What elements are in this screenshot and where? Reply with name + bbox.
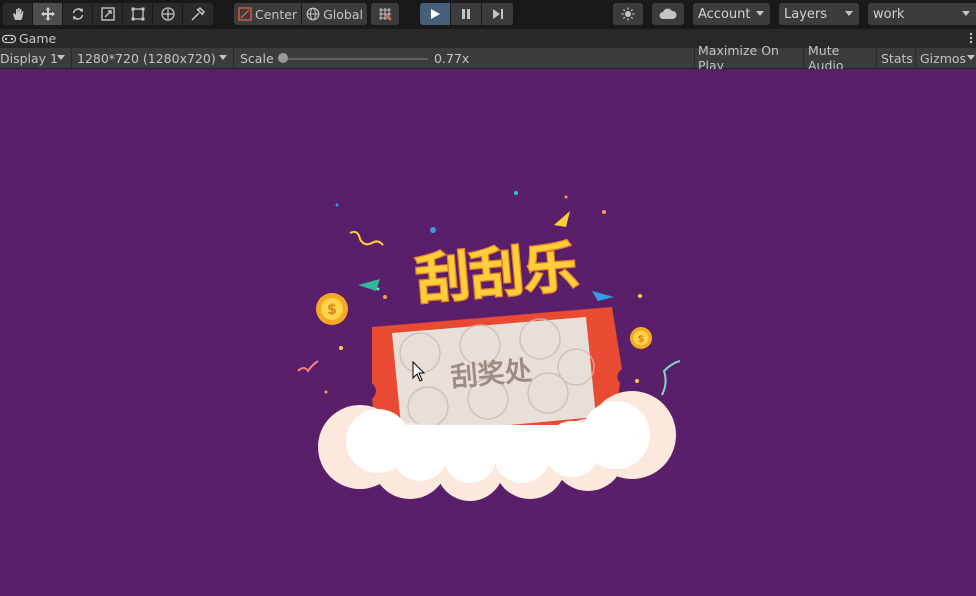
- scale-value: 0.77x: [434, 50, 470, 66]
- transform-tools: [3, 3, 213, 25]
- game-viewport[interactable]: 刮奖处 $ $ 刮刮乐: [0, 69, 976, 596]
- game-title: 刮刮乐: [413, 235, 580, 312]
- pause-icon: [462, 9, 470, 19]
- step-icon: [492, 9, 503, 19]
- display-dropdown[interactable]: Display 1: [0, 48, 72, 68]
- pivot-toggles: Center Global: [234, 3, 367, 25]
- layout-dropdown[interactable]: work: [868, 3, 976, 25]
- move-tool-icon[interactable]: [33, 3, 63, 25]
- more-options-icon[interactable]: [969, 32, 973, 44]
- transform-tool-icon[interactable]: [153, 3, 183, 25]
- chevron-down-icon: [57, 55, 65, 60]
- coin-symbol: $: [327, 302, 337, 318]
- gizmos-dropdown[interactable]: Gizmos: [916, 48, 976, 68]
- lighting-button[interactable]: [613, 3, 643, 25]
- pivot-center-button[interactable]: Center: [234, 3, 303, 25]
- custom-tool-icon[interactable]: [183, 3, 213, 25]
- gamepad-icon: [2, 34, 16, 43]
- mouse-cursor-icon: [412, 361, 426, 382]
- rotate-tool-icon[interactable]: [63, 3, 93, 25]
- coin-symbol: $: [638, 334, 645, 345]
- stats-toggle[interactable]: Stats: [877, 48, 916, 68]
- space-global-button[interactable]: Global: [302, 3, 367, 25]
- layout-label: work: [873, 6, 905, 22]
- tab-label: Game: [19, 31, 57, 46]
- main-toolbar: Center Global Account Layers work: [0, 0, 976, 29]
- scale-slider-track[interactable]: [283, 58, 428, 60]
- play-button[interactable]: [420, 3, 451, 25]
- layers-label: Layers: [784, 6, 828, 22]
- gizmos-label: Gizmos: [920, 50, 967, 66]
- pivot-label: Center: [255, 6, 298, 22]
- scale-slider-handle[interactable]: [278, 53, 288, 63]
- scale-tool-icon[interactable]: [93, 3, 123, 25]
- account-dropdown[interactable]: Account: [693, 3, 770, 25]
- coin-right: $: [630, 327, 652, 349]
- chevron-down-icon: [845, 11, 853, 16]
- chevron-down-icon: [756, 11, 764, 16]
- scale-label: Scale: [240, 50, 274, 66]
- tab-game[interactable]: Game: [0, 29, 56, 48]
- space-label: Global: [323, 6, 363, 22]
- cloud-button[interactable]: [652, 3, 684, 25]
- play-controls: [420, 3, 513, 25]
- grid-snap-icon: [379, 8, 392, 21]
- chevron-down-icon: [962, 11, 970, 16]
- resolution-label: 1280*720 (1280x720): [77, 50, 216, 66]
- chevron-down-icon: [219, 55, 227, 60]
- hand-tool-icon[interactable]: [3, 3, 33, 25]
- globe-icon: [306, 7, 320, 21]
- mute-audio-toggle[interactable]: Mute Audio: [804, 43, 877, 73]
- pivot-icon: [238, 7, 252, 21]
- stats-label: Stats: [881, 50, 913, 66]
- layers-dropdown[interactable]: Layers: [779, 3, 859, 25]
- sun-icon: [621, 7, 635, 21]
- scratch-card-scene: 刮奖处 $ $ 刮刮乐: [297, 191, 681, 501]
- account-label: Account: [698, 6, 751, 22]
- chevron-down-icon: [967, 55, 975, 60]
- game-view-controls: Display 1 1280*720 (1280x720) Scale 0.77…: [0, 43, 976, 73]
- pause-button[interactable]: [451, 3, 482, 25]
- rect-tool-icon[interactable]: [123, 3, 153, 25]
- grid-snap-button[interactable]: [371, 3, 399, 25]
- display-label: Display 1: [0, 50, 59, 66]
- play-icon: [431, 9, 440, 19]
- maximize-on-play-toggle[interactable]: Maximize On Play: [694, 43, 804, 73]
- step-button[interactable]: [482, 3, 513, 25]
- cloud-icon: [659, 8, 677, 19]
- resolution-dropdown[interactable]: 1280*720 (1280x720): [72, 48, 234, 68]
- coin-left: $: [316, 293, 348, 325]
